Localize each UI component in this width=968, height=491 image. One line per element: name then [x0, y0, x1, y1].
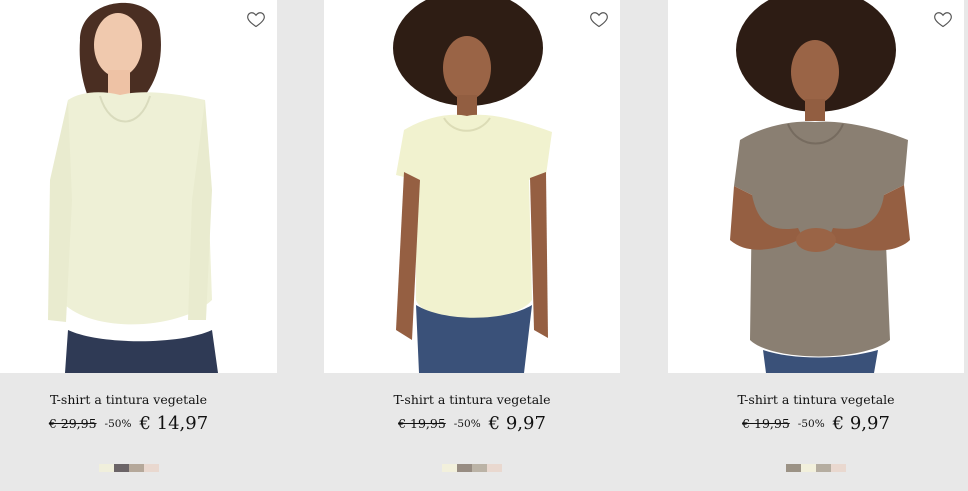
color-swatch[interactable] — [143, 464, 159, 472]
model-photo — [393, 0, 552, 373]
discount-badge: -50% — [453, 417, 481, 430]
product-card[interactable]: T-shirt a tintura vegetale € 19,95 -50% € … — [668, 0, 964, 491]
color-swatch[interactable] — [128, 464, 144, 472]
sale-price: € 9,97 — [832, 413, 890, 434]
color-swatch[interactable] — [801, 464, 816, 472]
color-swatches — [668, 464, 964, 472]
color-swatch[interactable] — [113, 464, 129, 472]
color-swatch[interactable] — [786, 464, 801, 472]
product-name[interactable]: T-shirt a tintura vegetale — [324, 392, 620, 407]
wishlist-heart-icon[interactable] — [246, 9, 266, 29]
color-swatch[interactable] — [457, 464, 472, 472]
color-swatch[interactable] — [831, 464, 846, 472]
product-name[interactable]: T-shirt a tintura vegetale — [668, 392, 964, 407]
product-card[interactable]: T-shirt a tintura vegetale € 19,95 -50% € … — [324, 0, 620, 491]
product-image[interactable] — [0, 0, 277, 373]
color-swatch[interactable] — [816, 464, 831, 472]
wishlist-heart-icon[interactable] — [933, 9, 953, 29]
color-swatch[interactable] — [98, 464, 114, 472]
color-swatch[interactable] — [487, 464, 502, 472]
product-prices: € 19,95 -50% € 9,97 — [324, 413, 620, 434]
product-name[interactable]: T-shirt a tintura vegetale — [0, 392, 277, 407]
original-price: € 19,95 — [398, 416, 446, 431]
color-swatches — [324, 464, 620, 472]
sale-price: € 9,97 — [488, 413, 546, 434]
product-prices: € 29,95 -50% € 14,97 — [0, 413, 277, 434]
discount-badge: -50% — [797, 417, 825, 430]
wishlist-heart-icon[interactable] — [589, 9, 609, 29]
model-photo — [48, 2, 218, 373]
original-price: € 29,95 — [48, 416, 97, 431]
product-image[interactable] — [324, 0, 620, 373]
color-swatch[interactable] — [442, 464, 457, 472]
model-photo — [730, 0, 910, 373]
color-swatch[interactable] — [472, 464, 487, 472]
product-image[interactable] — [668, 0, 964, 373]
sale-price: € 14,97 — [139, 413, 209, 434]
product-prices: € 19,95 -50% € 9,97 — [668, 413, 964, 434]
original-price: € 19,95 — [742, 416, 790, 431]
product-card[interactable]: T-shirt a tintura vegetale € 29,95 -50% € … — [0, 0, 277, 491]
color-swatches — [0, 464, 277, 472]
discount-badge: -50% — [104, 417, 132, 430]
